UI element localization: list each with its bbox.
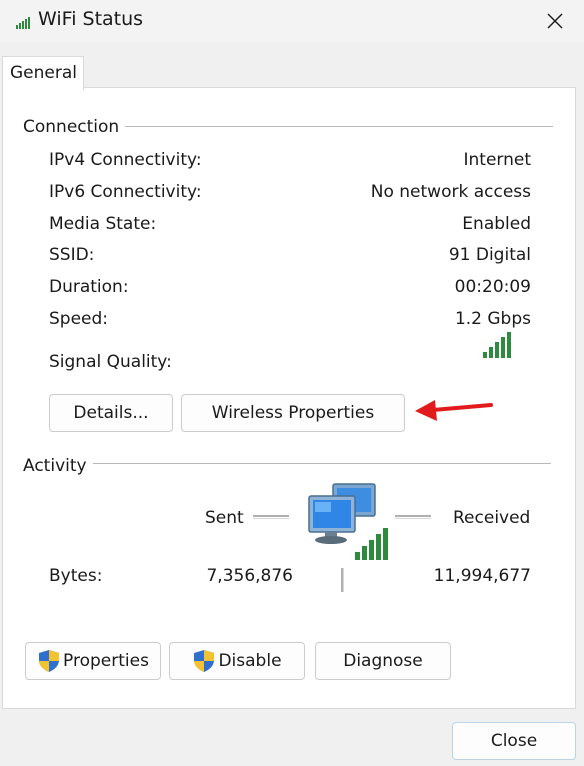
speed-value: 1.2 Gbps — [454, 309, 531, 329]
connection-heading: Connection — [23, 117, 120, 137]
diagnose-button[interactable]: Diagnose — [315, 642, 451, 680]
properties-button[interactable]: Properties — [25, 642, 161, 680]
bytes-sent-value: 7,356,876 — [206, 566, 293, 586]
uac-shield-icon — [39, 650, 60, 672]
sent-label: Sent — [205, 508, 244, 528]
ssid-value: 91 Digital — [448, 245, 531, 265]
media-state-label: Media State: — [49, 214, 157, 234]
wifi-signal-icon — [16, 17, 30, 29]
disable-button[interactable]: Disable — [169, 642, 305, 680]
ssid-label: SSID: — [49, 245, 95, 265]
ipv6-value: No network access — [370, 182, 531, 202]
disable-button-label: Disable — [218, 651, 282, 671]
uac-shield-icon — [194, 650, 215, 672]
bytes-received-value: 11,994,677 — [433, 566, 531, 586]
wireless-properties-button[interactable]: Wireless Properties — [181, 394, 405, 432]
activity-separator — [341, 568, 344, 592]
signal-bar — [483, 352, 487, 358]
sent-connector — [253, 515, 289, 519]
activity-divider — [93, 463, 551, 464]
window-title: WiFi Status — [38, 8, 144, 30]
connection-divider — [125, 126, 553, 127]
properties-button-label: Properties — [63, 651, 149, 671]
ipv4-label: IPv4 Connectivity: — [49, 150, 202, 170]
ipv6-label: IPv6 Connectivity: — [49, 182, 202, 202]
tab-general[interactable]: General — [2, 56, 84, 90]
title-bar: WiFi Status — [0, 0, 584, 42]
close-button[interactable]: Close — [452, 722, 576, 760]
dialog-footer: Close — [0, 710, 584, 766]
duration-label: Duration: — [49, 277, 129, 297]
general-panel: Connection IPv4 Connectivity: Internet I… — [2, 87, 576, 709]
received-label: Received — [453, 508, 531, 528]
media-state-value: Enabled — [462, 214, 531, 234]
network-computers-icon — [308, 483, 388, 560]
tab-strip: General — [0, 42, 584, 90]
signal-quality-icon — [483, 332, 511, 358]
duration-value: 00:20:09 — [454, 277, 531, 297]
activity-heading: Activity — [23, 456, 87, 476]
received-connector — [395, 515, 431, 519]
bytes-label: Bytes: — [49, 566, 103, 586]
signal-bar — [489, 347, 493, 358]
signal-quality-label: Signal Quality: — [49, 352, 172, 372]
details-button[interactable]: Details... — [49, 394, 173, 432]
annotation-arrow-icon — [415, 400, 493, 421]
signal-bar — [501, 337, 505, 358]
speed-label: Speed: — [49, 309, 109, 329]
ipv4-value: Internet — [463, 150, 531, 170]
signal-bar — [495, 342, 499, 358]
signal-bar — [507, 332, 511, 358]
close-window-icon[interactable] — [540, 6, 570, 36]
